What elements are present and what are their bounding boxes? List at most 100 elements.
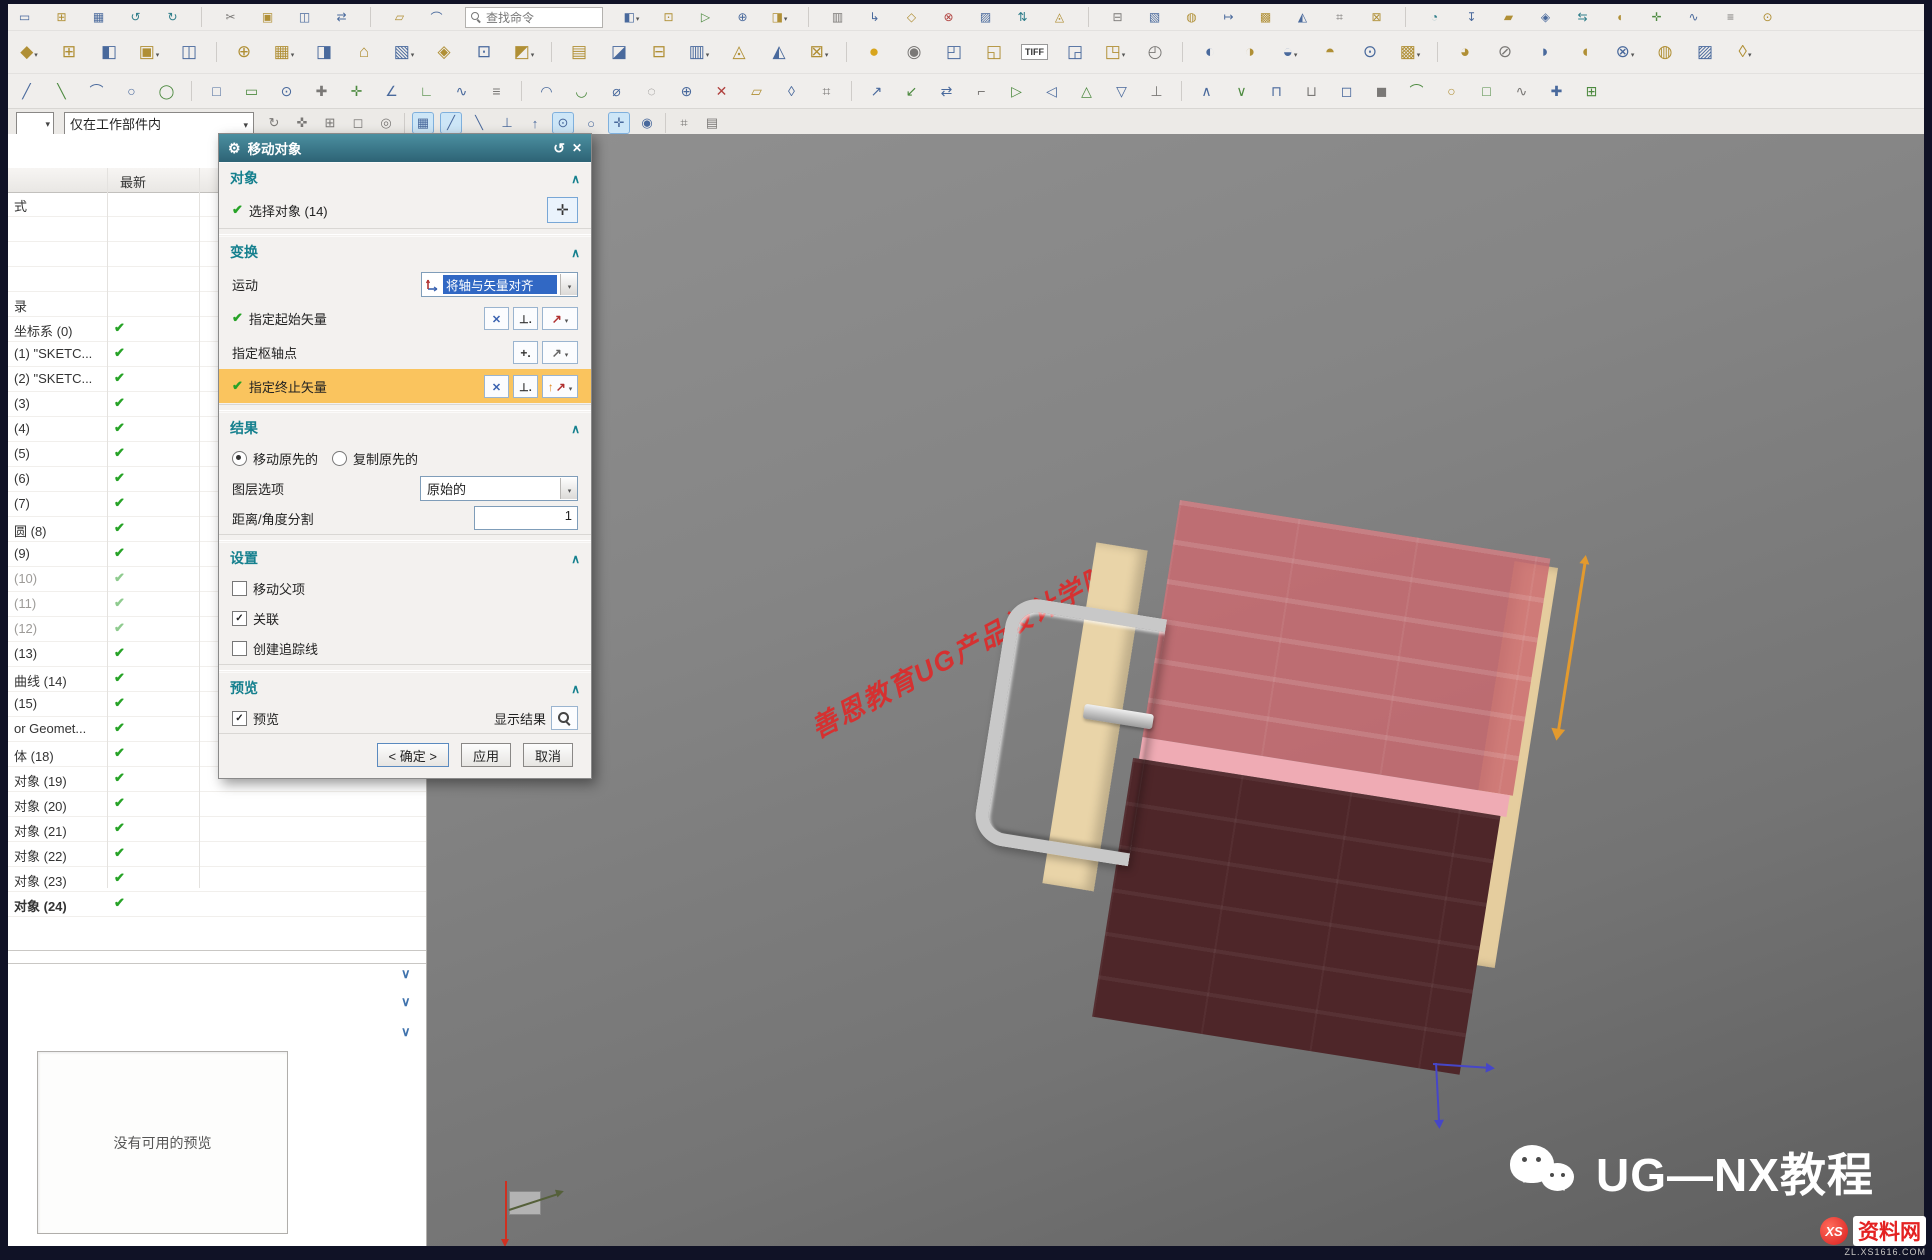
check-icon[interactable]: [114, 695, 125, 711]
toolbar-icon[interactable]: ⊟: [646, 39, 672, 65]
toolbar-icon[interactable]: ◬: [1051, 9, 1068, 26]
toolbar-icon[interactable]: ◴: [1142, 39, 1168, 65]
toolbar-icon[interactable]: ▭: [241, 81, 262, 102]
copy-original-radio[interactable]: [332, 451, 347, 466]
toolbar-icon[interactable]: ≡: [486, 81, 507, 102]
scope-dropdown[interactable]: 仅在工作部件内: [64, 112, 254, 135]
toolbar-icon[interactable]: ✛: [609, 113, 629, 133]
toolbar-icon[interactable]: ◬: [726, 39, 752, 65]
toolbar-icon[interactable]: ○: [1441, 81, 1462, 102]
toolbar-icon[interactable]: ◧: [623, 9, 640, 26]
toolbar-icon[interactable]: ⊗: [940, 9, 957, 26]
toolbar-icon[interactable]: ◼: [1371, 81, 1392, 102]
toolbar-icon[interactable]: ▤: [566, 39, 592, 65]
toolbar-icon[interactable]: ∿: [1511, 81, 1532, 102]
toolbar-icon[interactable]: ╲: [469, 113, 489, 133]
toolbar-icon[interactable]: ⊠: [1368, 9, 1385, 26]
apply-button[interactable]: 应用: [461, 743, 511, 767]
toolbar-icon[interactable]: ⊙: [1759, 9, 1776, 26]
toolbar-icon[interactable]: ◉: [637, 113, 657, 133]
toolbar-icon[interactable]: ◊: [781, 81, 802, 102]
toolbar-icon[interactable]: ⊕: [676, 81, 697, 102]
check-icon[interactable]: [114, 745, 125, 761]
vector-inferred-button[interactable]: [484, 375, 509, 398]
toolbar-icon[interactable]: ▥: [829, 9, 846, 26]
check-icon[interactable]: [114, 770, 125, 786]
terminal-vector-arrow[interactable]: [1556, 560, 1587, 736]
toolbar-icon[interactable]: ⌐: [971, 81, 992, 102]
toolbar-icon[interactable]: ◩: [511, 39, 537, 65]
section-header-transform[interactable]: 变换: [219, 236, 591, 267]
toolbar-icon[interactable]: ◁: [1041, 81, 1062, 102]
toolbar-icon[interactable]: ◐: [1197, 39, 1223, 65]
table-row[interactable]: 对象 (23): [8, 867, 426, 892]
toolbar-icon[interactable]: ▨: [977, 9, 994, 26]
divide-input[interactable]: 1: [474, 506, 578, 530]
toolbar-icon[interactable]: ◪: [606, 39, 632, 65]
toolbar-icon[interactable]: ◉: [901, 39, 927, 65]
section-header-preview[interactable]: 预览: [219, 672, 591, 703]
toolbar-icon[interactable]: ╲: [51, 81, 72, 102]
toolbar-icon[interactable]: ◔: [1426, 9, 1443, 26]
vector-normal-button[interactable]: [513, 307, 538, 330]
toolbar-icon[interactable]: ▧: [391, 39, 417, 65]
dropdown-button[interactable]: [560, 478, 577, 499]
toolbar-icon[interactable]: ◌: [641, 81, 662, 102]
vector-normal-button[interactable]: [513, 375, 538, 398]
toolbar-icon[interactable]: ◗: [1532, 39, 1558, 65]
toolbar-icon[interactable]: ▧: [1146, 9, 1163, 26]
toolbar-icon[interactable]: ✂: [222, 9, 239, 26]
check-icon[interactable]: [114, 895, 125, 911]
toolbar-icon[interactable]: ↻: [264, 113, 284, 133]
check-icon[interactable]: [114, 545, 125, 561]
toolbar-icon[interactable]: ◭: [1294, 9, 1311, 26]
check-icon[interactable]: [114, 645, 125, 661]
toolbar-icon[interactable]: ╱: [16, 81, 37, 102]
check-icon[interactable]: [114, 395, 125, 411]
check-icon[interactable]: [114, 520, 125, 536]
graphics-viewport[interactable]: 善恩教育UG产品设计学院 UG—NX教程: [427, 134, 1924, 1246]
toolbar-icon[interactable]: ▣: [259, 9, 276, 26]
table-row[interactable]: 对象 (22): [8, 842, 426, 867]
check-icon[interactable]: [114, 670, 125, 686]
toolbar-icon[interactable]: ▦: [90, 9, 107, 26]
toolbar-icon[interactable]: ▱: [391, 9, 408, 26]
toolbar-icon[interactable]: ●: [861, 39, 887, 65]
toolbar-icon[interactable]: ◨: [771, 9, 788, 26]
toolbar-icon[interactable]: ↦: [1220, 9, 1237, 26]
toolbar-icon[interactable]: ⇄: [936, 81, 957, 102]
toolbar-icon[interactable]: ▣: [136, 39, 162, 65]
section-header-object[interactable]: 对象: [219, 162, 591, 193]
toolbar-icon[interactable]: ◭: [766, 39, 792, 65]
toolbar-icon[interactable]: ▱: [746, 81, 767, 102]
move-parent-checkbox[interactable]: [232, 581, 247, 596]
toolbar-icon[interactable]: ✜: [292, 113, 312, 133]
toolbar-icon[interactable]: ⊕: [231, 39, 257, 65]
toolbar-icon[interactable]: ◖: [1611, 9, 1628, 26]
toolbar-icon[interactable]: ✛: [1648, 9, 1665, 26]
trace-checkbox[interactable]: [232, 641, 247, 656]
toolbar-icon[interactable]: ⊥: [497, 113, 517, 133]
check-icon[interactable]: [114, 620, 125, 636]
layer-option-dropdown[interactable]: 原始的: [420, 476, 578, 501]
select-object-button[interactable]: [547, 197, 578, 223]
command-search-input[interactable]: 查找命令: [465, 7, 603, 28]
check-icon[interactable]: [114, 345, 125, 361]
toolbar-icon[interactable]: ◆: [16, 39, 42, 65]
type-filter-dropdown[interactable]: [16, 112, 54, 135]
table-row[interactable]: 对象 (21): [8, 817, 426, 842]
toolbar-icon[interactable]: □: [1476, 81, 1497, 102]
toolbar-icon[interactable]: ▩: [1397, 39, 1423, 65]
section-header-result[interactable]: 结果: [219, 412, 591, 443]
toolbar-icon[interactable]: ◑: [1237, 39, 1263, 65]
toolbar-icon[interactable]: ↗: [866, 81, 887, 102]
toolbar-icon[interactable]: ∨: [1231, 81, 1252, 102]
toolbar-icon[interactable]: ⊥: [1146, 81, 1167, 102]
toolbar-icon[interactable]: ⊡: [471, 39, 497, 65]
toolbar-icon[interactable]: ○: [121, 81, 142, 102]
toolbar-icon[interactable]: △: [1076, 81, 1097, 102]
check-icon[interactable]: [114, 795, 125, 811]
toolbar-icon[interactable]: ▷: [697, 9, 714, 26]
toolbar-icon[interactable]: ◊: [1732, 39, 1758, 65]
collapse-chevron-icon[interactable]: [401, 994, 411, 1010]
